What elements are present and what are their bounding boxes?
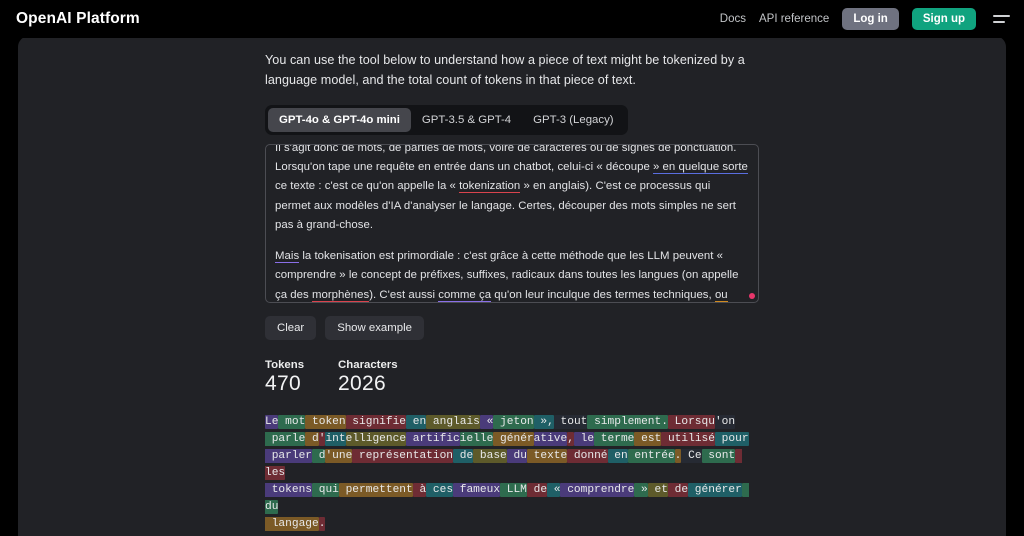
clear-button[interactable]: Clear <box>265 315 317 340</box>
stat-characters: Characters 2026 <box>338 359 398 396</box>
token-chip: LLM <box>500 482 527 497</box>
token-paragraph: Le mot token signifie en anglais « jeton… <box>265 414 759 533</box>
token-chip: d <box>305 431 319 446</box>
token-chip: simplement. <box>587 414 668 429</box>
token-chip: parler <box>265 448 313 463</box>
text-input-area[interactable]: Il s'agit donc de mots, de parties de mo… <box>265 143 759 303</box>
token-chip: 'on <box>714 414 736 429</box>
token-chip: donné <box>567 448 608 463</box>
tab-gpt35-gpt4[interactable]: GPT-3.5 & GPT-4 <box>411 108 522 132</box>
token-chip: « <box>547 482 561 497</box>
token-chip: est <box>634 431 662 446</box>
intro-text: You can use the tool below to understand… <box>265 53 745 88</box>
token-chip: tout <box>553 414 588 429</box>
token-chip: jeton <box>493 414 534 429</box>
content-panel: You can use the tool below to understand… <box>18 36 1006 536</box>
token-chip: Lorsqu <box>667 414 715 429</box>
stats-group: Tokens 470 Characters 2026 <box>265 359 759 396</box>
token-chip: de <box>453 448 474 463</box>
token-chip: le <box>573 431 595 446</box>
token-chip: en <box>607 448 628 463</box>
token-chip: permettent <box>338 482 413 497</box>
hamburger-menu-icon[interactable] <box>993 12 1010 26</box>
token-chip: « <box>479 414 494 429</box>
nav-right-group: Docs API reference Log in Sign up <box>720 8 1010 30</box>
token-chip: texte <box>526 448 568 463</box>
login-button[interactable]: Log in <box>842 8 899 30</box>
token-chip: ces <box>426 482 454 497</box>
tokens-label: Tokens <box>265 358 305 371</box>
brand-logo[interactable]: OpenAI Platform <box>16 10 140 28</box>
token-chip: . <box>318 516 326 531</box>
token-chip: Le <box>265 414 279 429</box>
action-button-group: Clear Show example <box>265 315 759 340</box>
token-chip: elligence <box>345 431 407 446</box>
token-chip: 'une <box>325 448 353 463</box>
nav-link-api-reference[interactable]: API reference <box>759 13 829 25</box>
token-chip: représentation <box>352 448 454 463</box>
token-chip: ielle <box>459 431 494 446</box>
token-chip: int <box>325 431 346 446</box>
signup-button[interactable]: Sign up <box>911 8 976 30</box>
token-chip: générer <box>688 482 742 497</box>
nav-link-docs[interactable]: Docs <box>720 13 746 25</box>
token-chip: en <box>406 414 427 429</box>
token-chip: mot <box>278 414 306 429</box>
token-chip: tokens <box>265 482 313 497</box>
brand-name: OpenAI <box>16 10 72 27</box>
model-tab-group: GPT-4o & GPT-4o mini GPT-3.5 & GPT-4 GPT… <box>265 104 628 135</box>
token-chip: ative <box>533 431 568 446</box>
brand-product: Platform <box>76 10 140 27</box>
resize-handle-dot[interactable] <box>749 292 755 299</box>
token-chip: qui <box>312 482 339 497</box>
tab-gpt4o[interactable]: GPT-4o & GPT-4o mini <box>268 107 411 132</box>
token-chip: artific <box>406 431 460 446</box>
token-chip: utilisé <box>661 431 715 446</box>
token-chip: base <box>473 448 507 463</box>
token-chip: pour <box>714 431 749 446</box>
input-paragraph-2: Mais la tokenisation est primordiale : c… <box>275 250 739 302</box>
hamburger-line <box>993 15 1010 17</box>
token-chip: langage <box>265 516 319 531</box>
token-chip: de <box>526 482 548 497</box>
token-chip: sont <box>701 448 736 463</box>
hamburger-line <box>993 21 1005 23</box>
token-chip: signifie <box>345 414 407 429</box>
tokenized-output: Le mot token signifie en anglais « jeton… <box>265 414 759 536</box>
token-chip: », <box>533 414 554 429</box>
token-chip: comprendre <box>560 482 635 497</box>
token-chip: , <box>567 431 574 446</box>
characters-label: Characters <box>338 358 398 371</box>
characters-value: 2026 <box>338 371 386 395</box>
show-example-button[interactable]: Show example <box>325 315 424 340</box>
input-paragraph-1: Il s'agit donc de mots, de parties de mo… <box>275 143 748 232</box>
token-chip: token <box>305 414 346 429</box>
token-chip: Ce <box>681 448 702 463</box>
token-chip: de <box>667 482 689 497</box>
token-chip: à <box>412 482 427 497</box>
token-chip: d <box>312 448 326 463</box>
token-chip: anglais <box>426 414 480 429</box>
top-navigation-bar: OpenAI Platform Docs API reference Log i… <box>0 0 1024 38</box>
tokenizer-container: You can use the tool below to understand… <box>265 36 759 536</box>
token-chip: génér <box>493 431 534 446</box>
token-chip: et <box>647 482 668 497</box>
token-chip: fameux <box>453 482 501 497</box>
tokens-value: 470 <box>265 371 301 395</box>
text-input-content[interactable]: Il s'agit donc de mots, de parties de mo… <box>266 143 758 302</box>
token-chip: du <box>506 448 527 463</box>
token-chip: terme <box>594 431 635 446</box>
tab-gpt3-legacy[interactable]: GPT-3 (Legacy) <box>522 108 624 132</box>
stat-tokens: Tokens 470 <box>265 359 304 396</box>
token-chip: » <box>634 482 648 497</box>
token-chip: entrée <box>627 448 675 463</box>
token-chip: parle <box>265 431 306 446</box>
